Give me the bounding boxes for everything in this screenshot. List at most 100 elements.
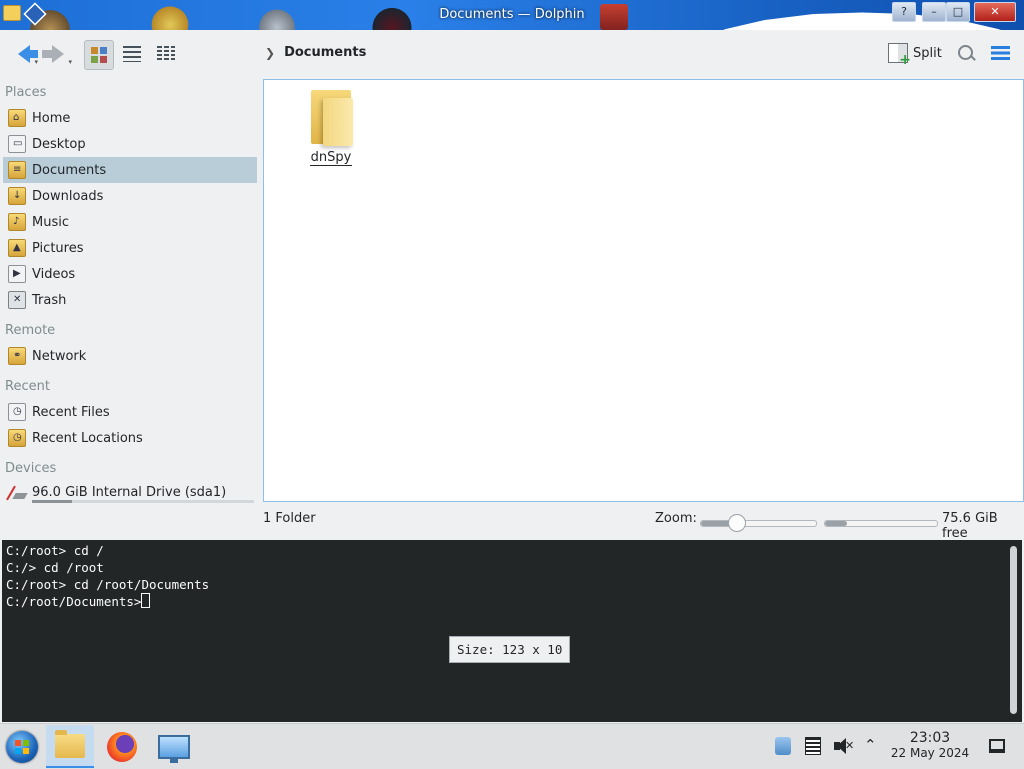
sidebar-item-music[interactable]: ♪ Music [3, 209, 257, 235]
forward-button[interactable]: ▾ [42, 40, 72, 68]
window-title: Documents — Dolphin [439, 7, 585, 22]
file-view[interactable]: dnSpy [263, 79, 1024, 502]
sidebar-item-network[interactable]: ⚭ Network [3, 343, 257, 369]
documents-folder-icon: ≡ [8, 161, 26, 179]
sidebar-item-label: Network [32, 348, 87, 364]
search-icon[interactable] [958, 45, 973, 60]
downloads-folder-icon: ↓ [8, 187, 26, 205]
icons-view-icon [91, 47, 107, 63]
breadcrumb: ❯ Documents [265, 45, 366, 60]
sidebar-item-label: Recent Locations [32, 430, 143, 446]
recent-files-icon: ◷ [8, 403, 26, 421]
sidebar-item-label: 96.0 GiB Internal Drive (sda1) [32, 484, 227, 500]
notes-icon[interactable] [805, 737, 821, 755]
volume-muted-icon[interactable]: ✕ [834, 737, 854, 755]
recent-locations-icon: ◷ [8, 429, 26, 447]
icons-view-button[interactable] [84, 40, 114, 70]
show-desktop-icon[interactable] [989, 739, 1005, 753]
section-heading: Remote [5, 323, 56, 338]
network-folder-icon: ⚭ [8, 347, 26, 365]
back-arrow-icon [18, 45, 38, 63]
sidebar-item-trash[interactable]: ✕ Trash [3, 287, 257, 313]
system-settings-icon [158, 734, 190, 763]
clock-date: 22 May 2024 [890, 746, 970, 760]
sidebar-item-label: Home [32, 110, 71, 126]
split-label: Split [913, 45, 942, 61]
firefox-icon [107, 731, 137, 762]
sidebar-item-label: Desktop [32, 136, 86, 152]
clipboard-icon[interactable] [775, 737, 791, 755]
sidebar-item-videos[interactable]: ▶ Videos [3, 261, 257, 287]
sidebar-item-documents[interactable]: ≡ Documents [3, 157, 257, 183]
sidebar-item-label: Trash [32, 292, 67, 308]
task-dolphin[interactable] [46, 725, 94, 768]
start-menu-button[interactable] [6, 731, 38, 763]
free-space-label: 75.6 GiB free [942, 511, 998, 541]
sidebar-item-label: Pictures [32, 240, 84, 256]
main-toolbar: ▾ ▾ ❯ Documents Split [0, 30, 1024, 78]
chevron-right-icon: ❯ [265, 45, 276, 60]
back-button[interactable]: ▾ [10, 40, 38, 68]
places-panel: Places ⌂ Home ▭ Desktop ≡ Documents ↓ Do… [0, 80, 262, 505]
split-button[interactable]: Split [888, 43, 942, 68]
breadcrumb-item[interactable]: Documents [284, 45, 366, 60]
videos-folder-icon: ▶ [8, 265, 26, 283]
zoom-slider-handle[interactable] [727, 514, 746, 532]
free-space-bar [824, 520, 938, 527]
clock[interactable]: 23:03 22 May 2024 [886, 731, 974, 761]
terminal-line: C:/root> cd /root/Documents [6, 577, 210, 592]
details-view-icon [157, 46, 175, 62]
section-heading: Devices [5, 461, 57, 476]
drive-icon [8, 483, 26, 501]
folder-icon [309, 88, 353, 146]
compact-view-icon [123, 46, 141, 62]
file-item-folder[interactable]: dnSpy [296, 88, 366, 166]
split-view-icon [888, 43, 911, 68]
help-button[interactable]: ? [892, 2, 916, 22]
sidebar-item-label: Downloads [32, 188, 104, 204]
pictures-folder-icon: ▲ [8, 239, 26, 257]
sidebar-item-label: Recent Files [32, 404, 110, 420]
sidebar-item-label: Music [32, 214, 69, 230]
music-folder-icon: ♪ [8, 213, 26, 231]
clock-time: 23:03 [909, 730, 951, 746]
sidebar-item-recent-files[interactable]: ◷ Recent Files [3, 399, 257, 425]
used-space-fill [825, 521, 848, 526]
drive-usage-bar [32, 500, 254, 503]
maximize-button[interactable]: □ [946, 2, 970, 22]
terminal-output: C:/root> cd / C:/> cd /root C:/root> cd /r… [6, 542, 209, 610]
terminal-line: C:/root> cd / [6, 543, 104, 558]
desktop-folder-icon: ▭ [8, 135, 26, 153]
terminal-scrollbar[interactable] [1010, 546, 1017, 714]
sidebar-item-home[interactable]: ⌂ Home [3, 105, 257, 131]
status-bar: 1 Folder Zoom: 75.6 GiB free [0, 506, 1024, 541]
sidebar-item-label: Documents [32, 162, 107, 178]
size-tooltip: Size: 123 x 10 [449, 636, 571, 663]
sidebar-item-downloads[interactable]: ↓ Downloads [3, 183, 257, 209]
drive-usage-fill [32, 500, 72, 503]
text-cursor [141, 593, 151, 608]
trash-icon: ✕ [8, 291, 26, 309]
terminal-panel[interactable]: C:/root> cd / C:/> cd /root C:/root> cd /r… [2, 540, 1022, 722]
compact-view-button[interactable] [118, 40, 146, 68]
terminal-line: C:/> cd /root [6, 560, 104, 575]
sidebar-item-desktop[interactable]: ▭ Desktop [3, 131, 257, 157]
folder-count: 1 Folder [263, 511, 316, 526]
terminal-prompt: C:/root/Documents> [6, 594, 142, 609]
sidebar-item-recent-locations[interactable]: ◷ Recent Locations [3, 425, 257, 451]
taskbar: ✕ ⌃ 23:03 22 May 2024 [0, 723, 1024, 769]
zoom-slider[interactable] [700, 514, 817, 532]
task-system-settings[interactable] [150, 725, 198, 768]
minimize-button[interactable]: – [922, 2, 946, 22]
hamburger-menu-icon[interactable] [991, 46, 1010, 60]
window-titlebar[interactable]: Documents — Dolphin ? – □ ✕ [0, 0, 1024, 30]
terminal-prompt-line[interactable]: C:/root/Documents> [6, 593, 209, 610]
file-name: dnSpy [309, 150, 353, 166]
chevron-up-icon[interactable]: ⌃ [864, 736, 877, 754]
task-firefox[interactable] [98, 725, 146, 768]
details-view-button[interactable] [152, 40, 180, 68]
section-heading: Recent [5, 379, 50, 394]
sidebar-item-pictures[interactable]: ▲ Pictures [3, 235, 257, 261]
close-button[interactable]: ✕ [974, 2, 1016, 22]
section-heading: Places [5, 85, 47, 100]
